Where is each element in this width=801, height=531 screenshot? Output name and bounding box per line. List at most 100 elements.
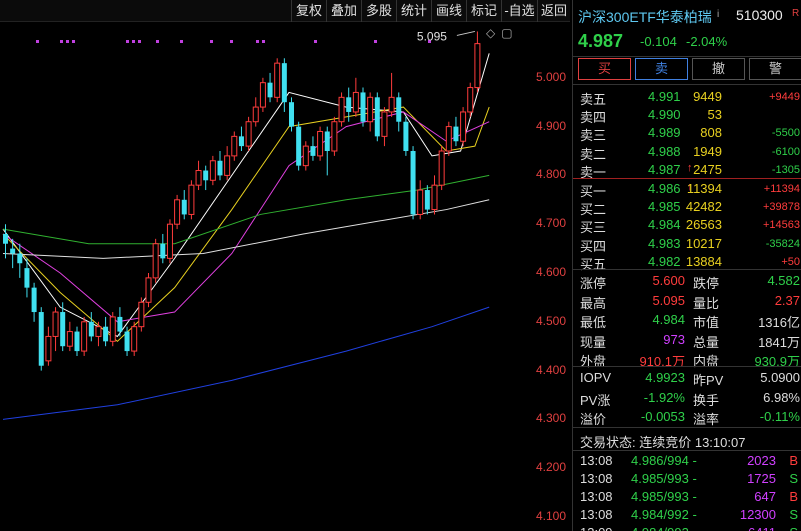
signal-marker xyxy=(180,40,183,43)
stats1-value-2: 1316亿 xyxy=(758,315,800,330)
toolbar-item-4[interactable]: 画线 xyxy=(431,0,466,22)
candle xyxy=(38,307,44,371)
asks-change: +9449 xyxy=(769,91,800,103)
tick-row[interactable]: 13:08 4.984/992 - 12300 S xyxy=(573,506,801,524)
candle xyxy=(88,312,94,342)
toolbar-item-6[interactable]: -自选 xyxy=(501,0,537,22)
candle-body xyxy=(346,97,352,112)
candle xyxy=(310,136,316,161)
candle xyxy=(417,180,424,220)
bids-row[interactable]: 买一 4.986 ↑ 11394 +11394 xyxy=(573,180,801,199)
bids-price: 4.985 xyxy=(648,199,681,215)
candle-body xyxy=(203,170,209,181)
toolbar-item-1[interactable]: 叠加 xyxy=(326,0,361,22)
candle-body xyxy=(145,277,152,303)
candle xyxy=(45,326,52,366)
y-tick-label: 4.600 xyxy=(536,265,567,279)
stats1-label-2: 总量 xyxy=(693,334,720,350)
price-change-pct: -2.04% xyxy=(686,34,728,49)
asks-label: 卖四 xyxy=(580,110,607,126)
bids-row[interactable]: 买二 4.985 42482 +39878 xyxy=(573,198,801,218)
candle-body xyxy=(267,82,273,98)
asks-row[interactable]: 卖四 4.990 53 xyxy=(573,106,801,126)
candle xyxy=(352,77,359,117)
candle xyxy=(195,160,202,191)
toolbar-item-2[interactable]: 多股 xyxy=(361,0,396,22)
tick-row[interactable]: 13:09 4.984/992 - 6411 S xyxy=(573,524,801,531)
candle-body xyxy=(352,91,359,113)
candle xyxy=(138,297,145,332)
candle xyxy=(374,92,380,142)
chart-toolbar: 复权 叠加 多股 统计 画线 标记 -自选 返回 xyxy=(0,0,570,22)
bids-volume: 42482 xyxy=(685,199,722,215)
asks-row[interactable]: 卖二 4.988 1949 -6100 xyxy=(573,143,801,162)
toolbar-item-5[interactable]: 标记 xyxy=(466,0,501,22)
diamond-icon[interactable]: ◇ xyxy=(486,26,495,40)
candle-body xyxy=(174,199,181,225)
bids-change: +50 xyxy=(781,255,800,268)
tick-price: 4.985/993 - xyxy=(631,489,697,504)
bids-label: 买二 xyxy=(580,202,607,218)
asks-price: 4.987 xyxy=(648,161,681,177)
alert-button[interactable]: 警 xyxy=(749,58,801,80)
y-tick-label: 4.500 xyxy=(536,313,567,328)
candle-body xyxy=(38,312,44,366)
asks-row[interactable]: 卖三 4.989 808 -5500 xyxy=(573,124,801,143)
toolbar-item-3[interactable]: 统计 xyxy=(396,0,431,22)
cancel-order-button[interactable]: 撤 xyxy=(692,58,745,80)
info-icon[interactable]: i xyxy=(717,9,719,20)
candle xyxy=(467,82,474,117)
candle xyxy=(81,316,88,356)
candle-body xyxy=(181,199,187,215)
signal-marker xyxy=(210,40,213,43)
toolbar-item-7[interactable]: 返回 xyxy=(537,0,570,22)
candle xyxy=(74,326,80,356)
kline-chart[interactable]: 5.095 5.000 4.900 4.800 4.700 4.600 4.500 4.40… xyxy=(0,22,570,531)
divider xyxy=(573,269,801,270)
security-name[interactable]: 沪深300ETF华泰柏瑞 xyxy=(578,7,712,27)
candle-body xyxy=(338,96,345,123)
asks-row[interactable]: 卖五 4.991 9449 +9449 xyxy=(573,88,801,107)
tick-row[interactable]: 13:08 4.986/994 - 2023 B xyxy=(573,452,801,470)
price-change: -0.104 xyxy=(640,34,677,49)
stats1-value-1: 4.984 xyxy=(652,312,685,327)
candle xyxy=(224,146,231,181)
bids-price: 4.983 xyxy=(648,235,681,251)
candle-body xyxy=(302,145,309,167)
y-tick-label: 4.700 xyxy=(536,216,567,231)
tick-volume: 1725 xyxy=(747,471,776,486)
stats1-value-2: 2.37 xyxy=(774,292,800,308)
candle xyxy=(52,307,59,352)
bids-change: +11394 xyxy=(763,183,800,195)
candle-body xyxy=(60,312,66,347)
stats2-row: IOPV 4.9923 昨PV 5.0900 xyxy=(573,369,801,388)
candle xyxy=(217,151,223,181)
asks-volume: 53 xyxy=(707,107,722,123)
divider xyxy=(573,450,801,451)
asks-price: 4.988 xyxy=(648,143,681,159)
sell-button[interactable]: 卖 xyxy=(635,58,688,80)
y-tick-label: 4.800 xyxy=(536,167,567,182)
asks-row[interactable]: 卖一 4.987 ↑ 2475 -1305 xyxy=(573,161,801,180)
candle-body xyxy=(3,233,8,244)
tick-row[interactable]: 13:08 4.985/993 - 647 B xyxy=(573,488,801,506)
stats2-value-2: 5.0900 xyxy=(760,370,800,385)
high-pointer xyxy=(456,30,476,36)
tick-time: 13:08 xyxy=(580,471,613,486)
square-icon[interactable]: ▢ xyxy=(501,26,512,40)
candle xyxy=(296,121,302,171)
tick-row[interactable]: 13:08 4.985/993 - 1725 S xyxy=(573,470,801,488)
candle-body xyxy=(474,43,481,89)
buy-button[interactable]: 买 xyxy=(578,58,631,80)
candle-body xyxy=(259,82,266,108)
ma-line-0 xyxy=(2,53,490,338)
bids-row[interactable]: 买三 4.984 26563 +14563 xyxy=(573,216,801,235)
candle-body xyxy=(209,160,216,181)
bids-row[interactable]: 买四 4.983 10217 -35824 xyxy=(573,235,801,254)
tick-volume: 6411 xyxy=(748,525,776,531)
ask-bid-divider xyxy=(573,178,801,179)
stats2-row: PV涨 -1.92% 换手 6.98% xyxy=(573,389,801,408)
tick-side: B xyxy=(789,453,798,468)
candle-body xyxy=(95,326,102,337)
toolbar-item-0[interactable]: 复权 xyxy=(291,0,326,22)
